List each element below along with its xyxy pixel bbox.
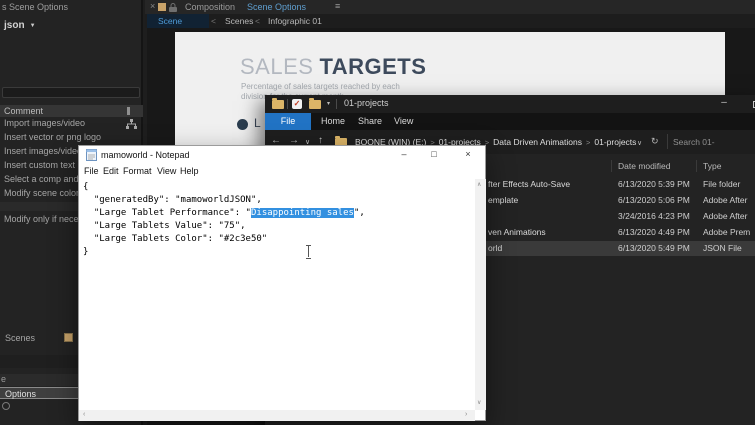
notepad-icon <box>86 149 97 161</box>
vertical-scrollbar[interactable]: ∧ ∨ <box>475 179 486 410</box>
qat-dropdown-icon[interactable]: ▾ <box>327 100 330 107</box>
divider <box>336 99 337 109</box>
maximize-button[interactable]: □ <box>421 149 447 159</box>
notepad-window-title: mamoworld - Notepad <box>101 150 190 160</box>
scroll-left-icon[interactable]: ‹ <box>83 411 85 418</box>
json-line: "generatedBy": "mamoworldJSON", <box>83 195 262 205</box>
search-input[interactable]: Search 01- <box>673 137 715 147</box>
selected-layer-row[interactable]: Options <box>0 387 78 399</box>
menu-file[interactable]: File <box>84 166 99 176</box>
json-line: { <box>83 182 88 192</box>
notepad-menubar: File Edit Format View Help <box>79 164 485 179</box>
screenshot-root: s Scene Options json▼ Comment Import ima… <box>0 0 755 425</box>
panel-menu-icon[interactable]: ≡ <box>335 1 340 11</box>
minimize-button[interactable]: – <box>391 149 417 159</box>
menu-view[interactable]: View <box>157 166 176 176</box>
chevron-left-icon: < <box>255 16 260 26</box>
nav-tab-scene-options[interactable]: Scene Options <box>147 14 209 28</box>
label-color-swatch[interactable] <box>64 333 73 342</box>
nav-tab-infographic[interactable]: Infographic 01 <box>268 16 322 26</box>
scenes-label[interactable]: Scenes <box>5 333 35 343</box>
folder-icon[interactable] <box>309 100 321 109</box>
ribbon-tab-home[interactable]: Home <box>321 113 345 130</box>
explorer-titlebar[interactable]: ✓ ▾ 01-projects – <box>265 95 755 113</box>
chevron-down-icon: ▼ <box>30 23 36 29</box>
column-header-date[interactable]: Date modified <box>618 161 670 171</box>
panel-tab-composition[interactable]: Composition <box>185 2 235 12</box>
menu-format[interactable]: Format <box>123 166 152 176</box>
slide-title: SALESTARGETS <box>240 54 426 80</box>
layer-icon <box>2 402 10 410</box>
ribbon-tab-share[interactable]: Share <box>358 113 382 130</box>
json-line: "Large Tablets Color": "#2c3e50" <box>83 234 267 244</box>
json-effect-group[interactable]: json▼ <box>4 20 36 31</box>
json-line-with-selection: "Large Tablet Performance": "Disappointi… <box>83 208 365 218</box>
json-line: "Large Tablets Value": "75", <box>83 221 246 231</box>
refresh-icon[interactable]: ↻ <box>651 136 659 147</box>
scroll-right-icon[interactable]: › <box>465 411 467 418</box>
effect-controls-header: s Scene Options <box>2 2 68 12</box>
comp-navigator-bar: Scene Options < Scenes < Infographic 01 <box>145 14 755 28</box>
breadcrumb-separator: > <box>586 138 590 147</box>
menu-edit[interactable]: Edit <box>103 166 119 176</box>
scroll-down-icon[interactable]: ∨ <box>477 399 481 406</box>
timeline-row-fragment: e <box>0 374 78 386</box>
horizontal-scrollbar[interactable]: ‹ › <box>79 410 475 421</box>
divider <box>667 134 668 149</box>
ribbon-tab-view[interactable]: View <box>394 113 413 130</box>
lock-icon <box>169 3 177 12</box>
network-icon <box>126 119 137 130</box>
text-cursor-icon <box>305 245 312 257</box>
composition-panel-tabbar: × Composition Scene Options ≡ <box>145 0 755 14</box>
divider <box>287 99 288 109</box>
breadcrumb-folder[interactable]: Data Driven Animations <box>493 137 582 147</box>
selected-text: Disappointing sales <box>251 208 354 218</box>
expression-field[interactable] <box>2 87 140 98</box>
timeline-row <box>0 355 78 368</box>
chevron-left-icon: < <box>211 16 216 26</box>
slide-title-bold: TARGETS <box>319 54 426 79</box>
close-button[interactable]: × <box>455 149 481 159</box>
comment-header-row: Comment <box>0 105 143 117</box>
column-divider[interactable] <box>696 160 697 172</box>
scroll-up-icon[interactable]: ∧ <box>477 181 481 188</box>
notepad-text-area[interactable]: { "generatedBy": "mamoworldJSON", "Large… <box>79 179 474 410</box>
bullet-label: L <box>254 116 261 130</box>
address-dropdown-icon[interactable]: ∨ <box>637 139 642 147</box>
slide-title-light: SALES <box>240 54 313 79</box>
column-header-type[interactable]: Type <box>703 161 721 171</box>
ribbon-tabs: File Home Share View <box>265 113 755 130</box>
menu-help[interactable]: Help <box>180 166 199 176</box>
notepad-window: mamoworld - Notepad – □ × File Edit Form… <box>78 145 486 421</box>
minimize-button[interactable]: – <box>713 97 735 108</box>
ribbon-tab-file[interactable]: File <box>265 113 311 130</box>
folder-icon <box>272 100 284 109</box>
bullet-dot <box>237 119 248 130</box>
close-icon[interactable]: × <box>150 1 155 11</box>
json-line: } <box>83 247 88 257</box>
panel-icon <box>158 3 166 11</box>
checkmark-icon[interactable]: ✓ <box>292 99 302 109</box>
window-title: 01-projects <box>344 98 389 108</box>
menu-item-insert-vector[interactable]: Insert vector or png logo <box>4 132 154 145</box>
active-comp-name[interactable]: Scene Options <box>247 2 306 12</box>
column-divider[interactable] <box>611 160 612 172</box>
notepad-titlebar[interactable]: mamoworld - Notepad – □ × <box>79 146 485 164</box>
nav-tab-scenes[interactable]: Scenes <box>225 16 253 26</box>
breadcrumb-folder[interactable]: 01-projects <box>594 137 636 147</box>
scroll-indicator <box>127 107 130 115</box>
